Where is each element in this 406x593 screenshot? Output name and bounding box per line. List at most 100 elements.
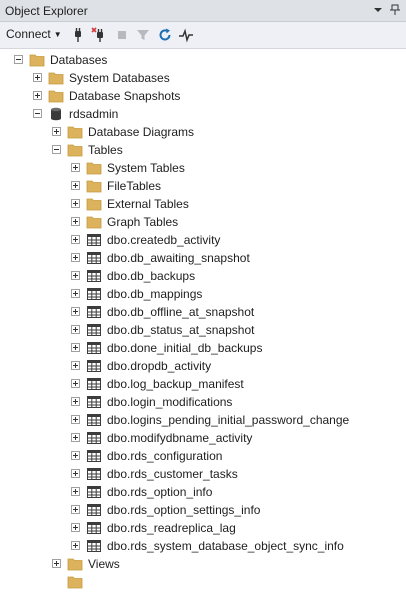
tree-node[interactable]: dbo.rds_option_info [0,483,406,501]
tree-node[interactable]: External Tables [0,195,406,213]
tree-node[interactable]: dbo.rds_customer_tasks [0,465,406,483]
object-explorer-titlebar: Object Explorer [0,0,406,22]
tree-node-label: dbo.db_mappings [107,287,203,301]
expand-icon[interactable] [71,307,80,316]
expand-icon[interactable] [71,487,80,496]
expand-icon[interactable] [71,235,80,244]
table-icon [86,502,102,518]
dropdown-arrow-icon[interactable] [371,3,385,17]
tree-node[interactable]: dbo.log_backup_manifest [0,375,406,393]
tree-node[interactable]: dbo.db_offline_at_snapshot [0,303,406,321]
expand-icon[interactable] [71,253,80,262]
collapse-icon[interactable] [52,145,61,154]
tree-node[interactable]: dbo.modifydbname_activity [0,429,406,447]
table-icon [86,430,102,446]
activity-monitor-icon[interactable] [178,27,194,43]
tree-node[interactable]: dbo.db_awaiting_snapshot [0,249,406,267]
tree-node[interactable]: dbo.logins_pending_initial_password_chan… [0,411,406,429]
tree-node-label: dbo.done_initial_db_backups [107,341,263,355]
connect-label: Connect [6,27,51,41]
expand-icon[interactable] [71,541,80,550]
tree-node-label: dbo.rds_system_database_object_sync_info [107,539,344,553]
expand-icon[interactable] [71,325,80,334]
expand-icon[interactable] [71,397,80,406]
connect-button[interactable]: Connect ▼ [6,27,62,41]
disconnect-icon[interactable] [91,27,107,43]
pin-icon[interactable] [388,3,402,17]
folder-icon [67,574,83,590]
expand-icon[interactable] [71,217,80,226]
expand-icon[interactable] [71,271,80,280]
expand-icon[interactable] [71,289,80,298]
tree-node-label: dbo.rds_configuration [107,449,223,463]
tree-node[interactable]: dbo.db_status_at_snapshot [0,321,406,339]
expand-icon[interactable] [71,379,80,388]
expand-icon[interactable] [52,127,61,136]
tree-node[interactable]: dbo.rds_option_settings_info [0,501,406,519]
tree-node[interactable]: dbo.db_mappings [0,285,406,303]
expand-icon[interactable] [71,415,80,424]
tree-node[interactable]: Databases [0,51,406,69]
table-icon [86,520,102,536]
tree-node-label: dbo.rds_customer_tasks [107,467,238,481]
database-icon [48,106,64,122]
expand-icon[interactable] [71,343,80,352]
folder-icon [86,160,102,176]
tree-node-label: Views [88,557,120,571]
tree-node[interactable]: dbo.done_initial_db_backups [0,339,406,357]
tree-node-label: dbo.logins_pending_initial_password_chan… [107,413,350,427]
collapse-icon[interactable] [14,55,23,64]
table-icon [86,340,102,356]
tree-node[interactable]: rdsadmin [0,105,406,123]
table-icon [86,538,102,554]
tree-node[interactable]: dbo.dropdb_activity [0,357,406,375]
tree-node[interactable]: Database Snapshots [0,87,406,105]
expand-icon[interactable] [71,199,80,208]
table-icon [86,412,102,428]
expand-icon[interactable] [33,91,42,100]
expand-icon[interactable] [33,73,42,82]
tree-node[interactable]: dbo.rds_configuration [0,447,406,465]
tree-node[interactable]: dbo.rds_readreplica_lag [0,519,406,537]
expand-icon[interactable] [71,523,80,532]
expand-icon[interactable] [71,181,80,190]
tree-node[interactable]: dbo.createdb_activity [0,231,406,249]
folder-icon [48,88,64,104]
tree-node[interactable]: Views [0,555,406,573]
tree-node-label: dbo.log_backup_manifest [107,377,244,391]
tree-node[interactable] [0,573,406,591]
tree-node[interactable]: dbo.login_modifications [0,393,406,411]
window-title: Object Explorer [5,4,88,18]
tree-node[interactable]: System Tables [0,159,406,177]
table-icon [86,484,102,500]
tree-node[interactable]: dbo.db_backups [0,267,406,285]
chevron-down-icon: ▼ [53,30,62,40]
connect-plug-icon[interactable] [70,27,86,43]
tree-node-label: dbo.db_status_at_snapshot [107,323,255,337]
expand-icon[interactable] [71,451,80,460]
expand-icon[interactable] [71,433,80,442]
expand-icon[interactable] [52,559,61,568]
expand-icon[interactable] [71,361,80,370]
tree-node[interactable]: FileTables [0,177,406,195]
refresh-icon[interactable] [157,27,173,43]
filter-icon[interactable] [135,27,151,43]
expand-icon[interactable] [71,163,80,172]
expand-icon[interactable] [71,505,80,514]
tree-node-label: Graph Tables [107,215,179,229]
object-explorer-tree: Databases System Databases Database Snapsh… [0,49,406,589]
tree-node[interactable]: Graph Tables [0,213,406,231]
table-icon [86,466,102,482]
expand-icon[interactable] [71,469,80,478]
tree-node[interactable]: dbo.rds_system_database_object_sync_info [0,537,406,555]
folder-icon [86,178,102,194]
tree-node-label: dbo.db_backups [107,269,196,283]
tree-node[interactable]: Database Diagrams [0,123,406,141]
tree-node[interactable]: Tables [0,141,406,159]
table-icon [86,394,102,410]
collapse-icon[interactable] [33,109,42,118]
stop-icon[interactable] [114,27,130,43]
tree-node[interactable]: System Databases [0,69,406,87]
tree-node-label: FileTables [107,179,162,193]
folder-icon [67,556,83,572]
